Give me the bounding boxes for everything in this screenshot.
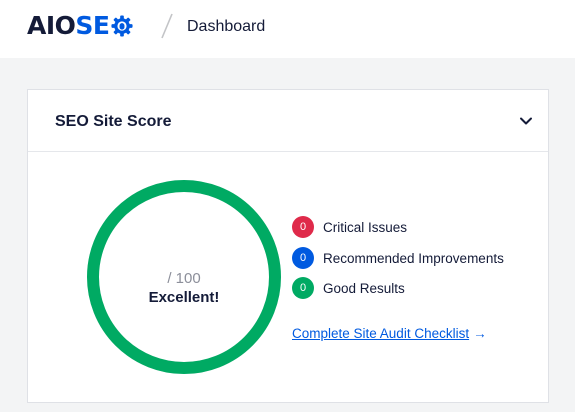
aioseo-logo[interactable]: AIO SE xyxy=(27,10,133,42)
chevron-down-icon[interactable] xyxy=(518,113,534,129)
breadcrumb-separator xyxy=(161,13,173,39)
gear-icon xyxy=(110,15,133,37)
site-audit-checklist-link[interactable]: Complete Site Audit Checklist → xyxy=(292,326,487,342)
good-count-badge: 0 xyxy=(292,277,314,299)
page-title: Dashboard xyxy=(187,18,266,35)
card-title: SEO Site Score xyxy=(55,113,172,130)
score-rating: Excellent! xyxy=(148,289,220,306)
top-bar: AIO SE Dashboard xyxy=(0,0,575,58)
audit-link-label: Complete Site Audit Checklist xyxy=(292,326,470,341)
seo-site-score-card: SEO Site Score / 100 Excellent! 0 Critic… xyxy=(27,89,549,403)
result-good-results[interactable]: 0 Good Results xyxy=(292,277,405,299)
good-results-label: Good Results xyxy=(323,280,405,296)
card-header[interactable]: SEO Site Score xyxy=(28,90,548,152)
recommended-count-badge: 0 xyxy=(292,247,314,269)
logo-text-aio: AIO xyxy=(27,11,76,40)
critical-count-badge: 0 xyxy=(292,216,314,238)
result-recommended-improvements[interactable]: 0 Recommended Improvements xyxy=(292,247,504,269)
logo-text-seo: SE xyxy=(75,11,110,40)
critical-issues-label: Critical Issues xyxy=(323,219,408,235)
score-value: / 100 xyxy=(167,270,201,287)
result-critical-issues[interactable]: 0 Critical Issues xyxy=(292,216,407,238)
arrow-right-icon: → xyxy=(473,326,487,341)
recommended-improvements-label: Recommended Improvements xyxy=(323,250,504,266)
